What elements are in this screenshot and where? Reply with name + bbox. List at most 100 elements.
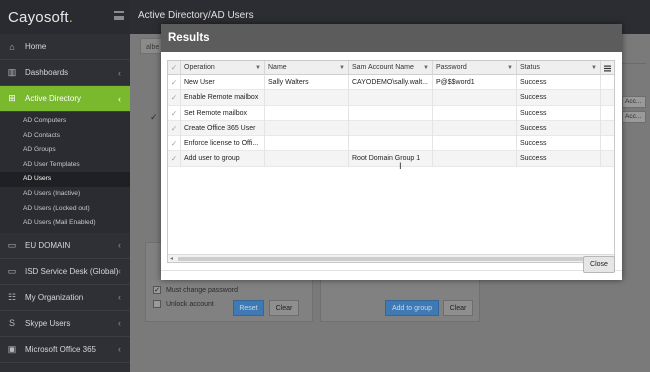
column-header-operation[interactable]: Operation ▼	[181, 61, 265, 75]
horizontal-scrollbar[interactable]: ◂ ▸	[168, 254, 614, 262]
select-all-checkbox[interactable]: ✓	[168, 61, 181, 75]
sort-icon[interactable]: ▼	[423, 61, 429, 75]
sidebar-subitem-ad-user-templates[interactable]: AD User Templates	[0, 158, 130, 173]
cell-sam-account-name: CAYODEMO\sally.walt...	[349, 75, 433, 91]
reset-button[interactable]: Reset	[233, 300, 264, 316]
unlock-account-checkbox[interactable]	[153, 300, 161, 308]
sidebar-item-dashboards[interactable]: ▥ Dashboards ‹	[0, 60, 130, 86]
chevron-left-icon: ‹	[118, 240, 121, 251]
cayosoft-logo: Cayosoft.	[8, 8, 74, 26]
dialog-title: Results	[168, 32, 210, 44]
sidebar-item-skype-users[interactable]: S Skype Users ‹	[0, 311, 130, 337]
scroll-left-icon[interactable]: ◂	[170, 255, 173, 263]
cell-password	[433, 90, 517, 106]
chevron-left-icon: ‹	[118, 93, 121, 104]
sort-icon[interactable]: ▼	[255, 61, 261, 75]
cell-sam-account-name	[349, 120, 433, 137]
background-tag: albe	[146, 44, 160, 51]
cell-name	[265, 136, 349, 152]
sidebar-item-label: Dashboards	[25, 68, 69, 77]
table-row[interactable]: ✓ Add user to group Root Domain Group 1 …	[168, 151, 614, 167]
cell-status: Success	[517, 90, 601, 106]
cell-password: P@$$word1	[433, 75, 517, 91]
sort-icon[interactable]: ▼	[591, 61, 597, 75]
sort-icon[interactable]: ▼	[507, 61, 513, 75]
grid-header-row: ✓ Operation ▼ Name ▼ Sam Account Name ▼ Pas…	[168, 61, 614, 75]
cell-status: Success	[517, 105, 601, 121]
background-checkmark-icon: ✓	[150, 112, 158, 122]
table-row[interactable]: ✓ Create Office 365 User Success	[168, 120, 614, 137]
row-checkbox[interactable]: ✓	[168, 120, 181, 137]
table-row[interactable]: ✓ Set Remote mailbox Success	[168, 105, 614, 121]
sidebar-item-label: Home	[25, 42, 47, 51]
unlock-account-label: Unlock account	[166, 300, 214, 308]
sidebar-item-home[interactable]: ⌂ Home	[0, 34, 130, 60]
dialog-header: Results	[161, 24, 622, 52]
cell-status: Success	[517, 151, 601, 167]
cell-spacer	[601, 121, 614, 136]
cell-sam-account-name: Root Domain Group 1	[349, 151, 433, 167]
row-checkbox[interactable]: ✓	[168, 105, 181, 121]
sidebar-subitem-ad-users-inactive[interactable]: AD Users (Inactive)	[0, 187, 130, 202]
sidebar-item-microsoft-office-365[interactable]: ▣ Microsoft Office 365 ‹	[0, 337, 130, 363]
clear-button[interactable]: Clear	[443, 300, 473, 316]
sidebar-subitem-ad-groups[interactable]: AD Groups	[0, 143, 130, 158]
text-cursor-icon: I	[399, 162, 402, 172]
table-row[interactable]: ✓ Enforce license to Offi... Success	[168, 136, 614, 152]
unlock-account-option[interactable]: Unlock account	[153, 300, 214, 308]
column-menu-icon[interactable]	[601, 61, 614, 75]
office-icon: ▣	[7, 343, 17, 354]
add-to-group-button[interactable]: Add to group	[385, 300, 439, 316]
close-button[interactable]: Close	[583, 256, 615, 273]
cell-operation: Create Office 365 User	[181, 120, 265, 137]
must-change-password-option[interactable]: ✓ Must change password	[153, 286, 238, 294]
clear-button[interactable]: Clear	[269, 300, 299, 316]
row-checkbox[interactable]: ✓	[168, 136, 181, 152]
skype-icon: S	[8, 318, 15, 329]
row-checkbox[interactable]: ✓	[168, 75, 181, 91]
chevron-left-icon: ‹	[118, 318, 121, 329]
table-row[interactable]: ✓ New User Sally Walters CAYODEMO\sally.…	[168, 75, 614, 91]
sidebar-item-label: My Organization	[25, 292, 84, 302]
account-button[interactable]: Acc...	[622, 96, 646, 108]
cell-operation: Enable Remote mailbox	[181, 90, 265, 106]
cell-status: Success	[517, 136, 601, 152]
sidebar-item-label: EU DOMAIN	[25, 240, 71, 250]
cell-operation: Add user to group	[181, 151, 265, 167]
chevron-left-icon: ‹	[118, 266, 121, 277]
sidebar-subitem-ad-users[interactable]: AD Users	[0, 172, 130, 187]
must-change-password-checkbox[interactable]: ✓	[153, 286, 161, 294]
cell-spacer	[601, 75, 614, 90]
bar-chart-icon: ▥	[7, 67, 17, 77]
sidebar-subitem-ad-users-mail-enabled[interactable]: AD Users (Mail Enabled)	[0, 216, 130, 231]
hamburger-menu-icon[interactable]	[114, 11, 124, 20]
cell-status: Success	[517, 75, 601, 91]
users-icon: ☷	[7, 291, 17, 302]
scrollbar-thumb[interactable]	[178, 257, 598, 261]
sidebar-subitem-ad-users-locked-out[interactable]: AD Users (Locked out)	[0, 202, 130, 217]
row-checkbox[interactable]: ✓	[168, 151, 181, 167]
cell-sam-account-name	[349, 136, 433, 152]
sidebar: Cayosoft. ⌂ Home ▥ Dashboards ‹ ⊞ Active…	[0, 0, 130, 372]
results-grid: ✓ Operation ▼ Name ▼ Sam Account Name ▼ Pas…	[167, 60, 615, 263]
table-row[interactable]: ✓ Enable Remote mailbox Success	[168, 90, 614, 106]
row-checkbox[interactable]: ✓	[168, 90, 181, 106]
sidebar-subitem-ad-contacts[interactable]: AD Contacts	[0, 129, 130, 144]
sidebar-item-active-directory[interactable]: ⊞ Active Directory ‹	[0, 86, 130, 112]
cell-name	[265, 105, 349, 121]
sidebar-item-my-organization[interactable]: ☷ My Organization ‹	[0, 285, 130, 311]
cell-name	[265, 90, 349, 106]
column-header-password[interactable]: Password ▼	[433, 61, 517, 75]
sidebar-item-eu-domain[interactable]: ▭ EU DOMAIN ‹	[0, 233, 130, 259]
active-directory-submenu: AD Computers AD Contacts AD Groups AD Us…	[0, 112, 130, 233]
cell-spacer	[601, 90, 614, 105]
column-header-status[interactable]: Status ▼	[517, 61, 601, 75]
sidebar-subitem-ad-computers[interactable]: AD Computers	[0, 114, 130, 129]
results-dialog: Results ✓ Operation ▼ Name ▼ Sam Account N…	[161, 24, 622, 280]
sort-icon[interactable]: ▼	[339, 61, 345, 75]
column-header-sam-account-name[interactable]: Sam Account Name ▼	[349, 61, 433, 75]
column-header-name[interactable]: Name ▼	[265, 61, 349, 75]
cell-status: Success	[517, 120, 601, 137]
sidebar-item-isd-service-desk[interactable]: ▭ ISD Service Desk (Global) ‹	[0, 259, 130, 285]
account-button[interactable]: Acc...	[622, 111, 646, 123]
